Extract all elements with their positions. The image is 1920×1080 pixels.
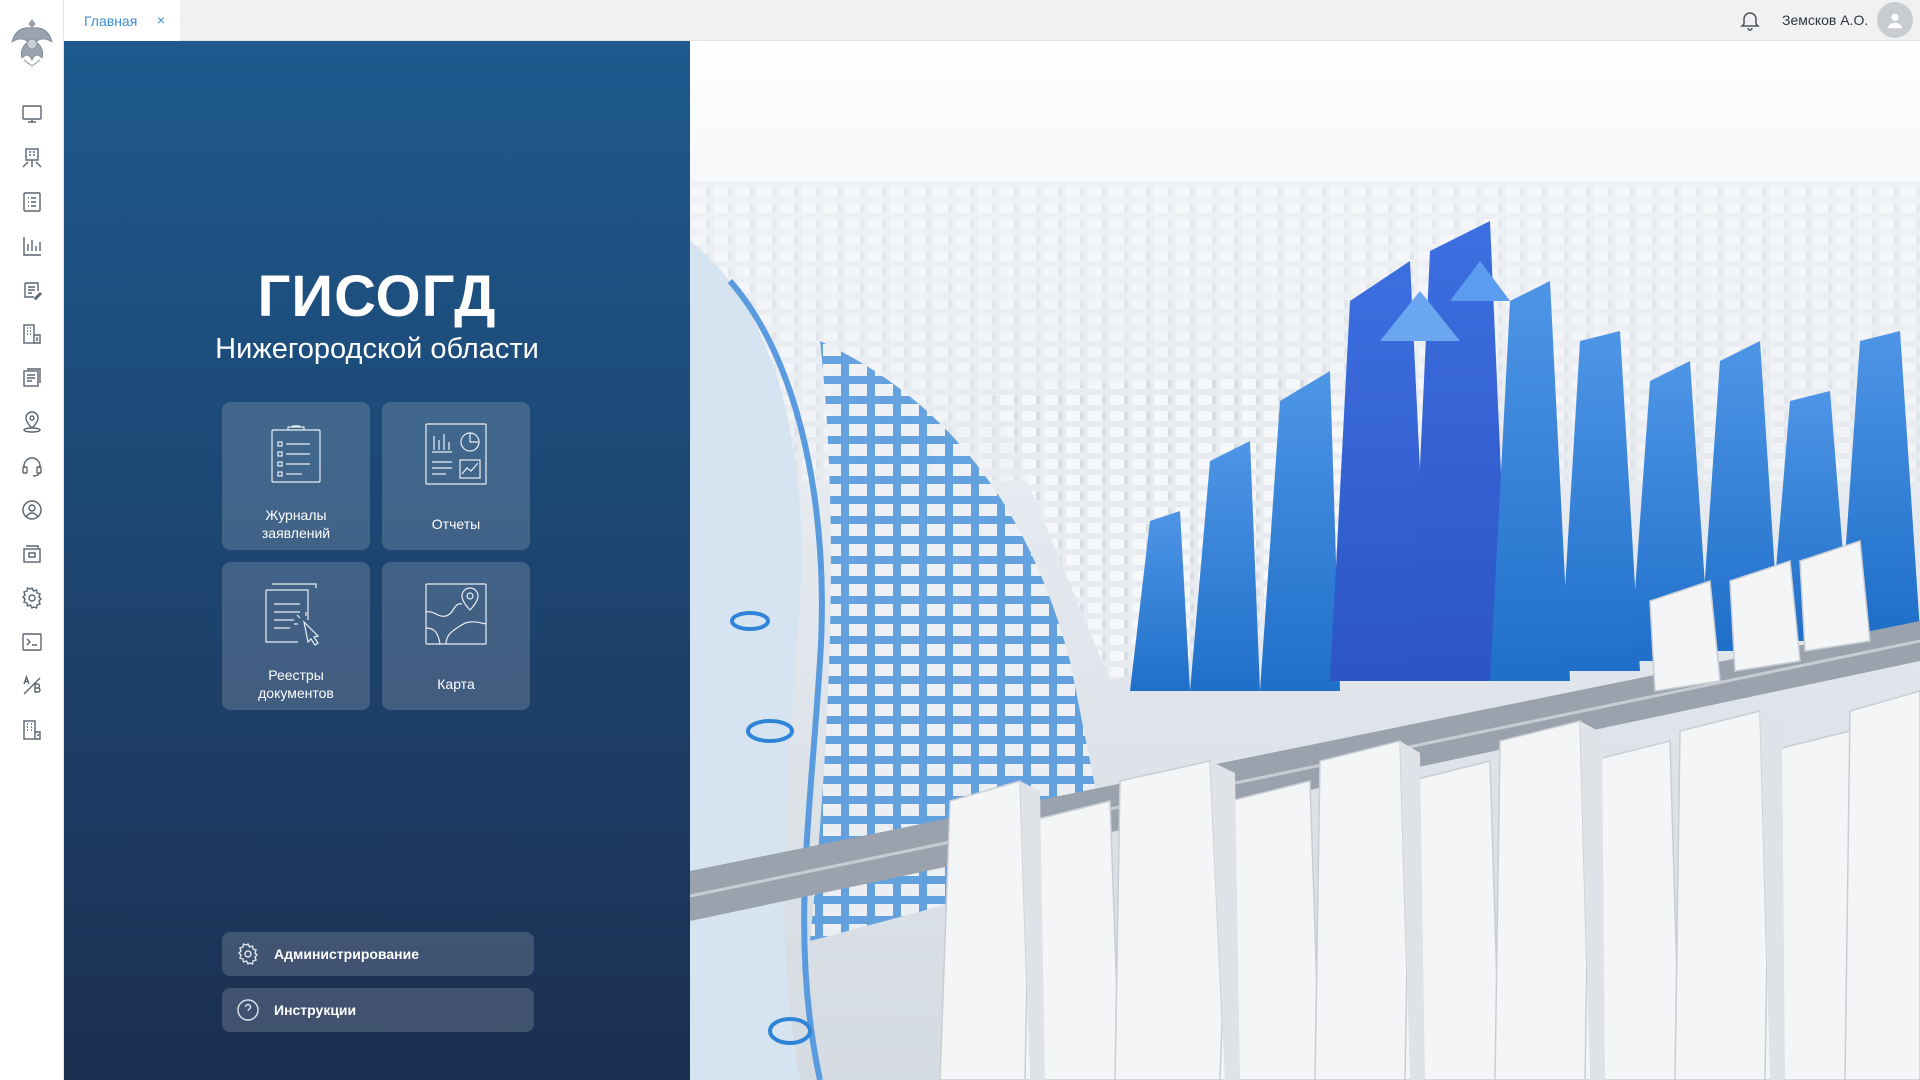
tile-document-registries[interactable]: Реестры документов	[222, 562, 370, 710]
tile-label: Реестры	[268, 667, 324, 683]
help-circle-icon	[236, 998, 260, 1022]
building-document-icon[interactable]	[14, 316, 50, 352]
checklist-icon[interactable]	[14, 184, 50, 220]
tile-label: Карта	[437, 676, 475, 692]
tile-label: Журналы	[265, 507, 327, 523]
welcome-panel: ГИСОГД Нижегородской области Журналы зая…	[64, 41, 690, 1080]
coat-of-arms-logo[interactable]	[8, 16, 56, 68]
tab-label: Главная	[84, 12, 138, 29]
ab-test-icon[interactable]	[14, 668, 50, 704]
tile-applications-journals[interactable]: Журналы заявлений	[222, 402, 370, 550]
tile-label: документов	[258, 685, 334, 701]
tab-home[interactable]: Главная ×	[64, 0, 180, 41]
app-title: ГИСОГД	[257, 264, 497, 329]
building-list-icon[interactable]	[14, 712, 50, 748]
top-bar: Главная × Земсков А.О.	[64, 0, 1920, 41]
map-pin-icon[interactable]	[14, 404, 50, 440]
gear-icon	[236, 942, 260, 966]
clipboard-list-icon	[264, 422, 328, 486]
document-registry-icon	[264, 582, 328, 646]
report-charts-icon	[424, 422, 488, 486]
archive-icon[interactable]	[14, 536, 50, 572]
app-subtitle: Нижегородской области	[215, 333, 539, 365]
tile-map[interactable]: Карта	[382, 562, 530, 710]
monitor-icon[interactable]	[14, 96, 50, 132]
tile-label: заявлений	[261, 525, 331, 541]
gear-icon[interactable]	[14, 580, 50, 616]
notifications-bell-icon[interactable]	[1738, 8, 1762, 32]
instructions-label: Инструкции	[274, 1002, 357, 1018]
user-circle-icon[interactable]	[14, 492, 50, 528]
tile-label: Отчеты	[431, 516, 481, 532]
bar-chart-icon[interactable]	[14, 228, 50, 264]
buildings-network-icon[interactable]	[14, 140, 50, 176]
headset-icon[interactable]	[14, 448, 50, 484]
instructions-button[interactable]: Инструкции	[222, 988, 534, 1032]
user-name[interactable]: Земсков А.О.	[1782, 12, 1868, 28]
administration-button[interactable]: Администрирование	[222, 932, 534, 976]
administration-label: Администрирование	[274, 946, 419, 962]
side-nav-rail	[0, 0, 64, 1080]
city-3d-illustration	[690, 41, 1920, 1080]
terminal-icon[interactable]	[14, 624, 50, 660]
document-edit-icon[interactable]	[14, 272, 50, 308]
user-avatar[interactable]	[1877, 2, 1913, 38]
tile-reports[interactable]: Отчеты	[382, 402, 530, 550]
map-icon	[424, 582, 488, 646]
tab-close-icon[interactable]: ×	[152, 11, 170, 29]
register-icon[interactable]	[14, 360, 50, 396]
